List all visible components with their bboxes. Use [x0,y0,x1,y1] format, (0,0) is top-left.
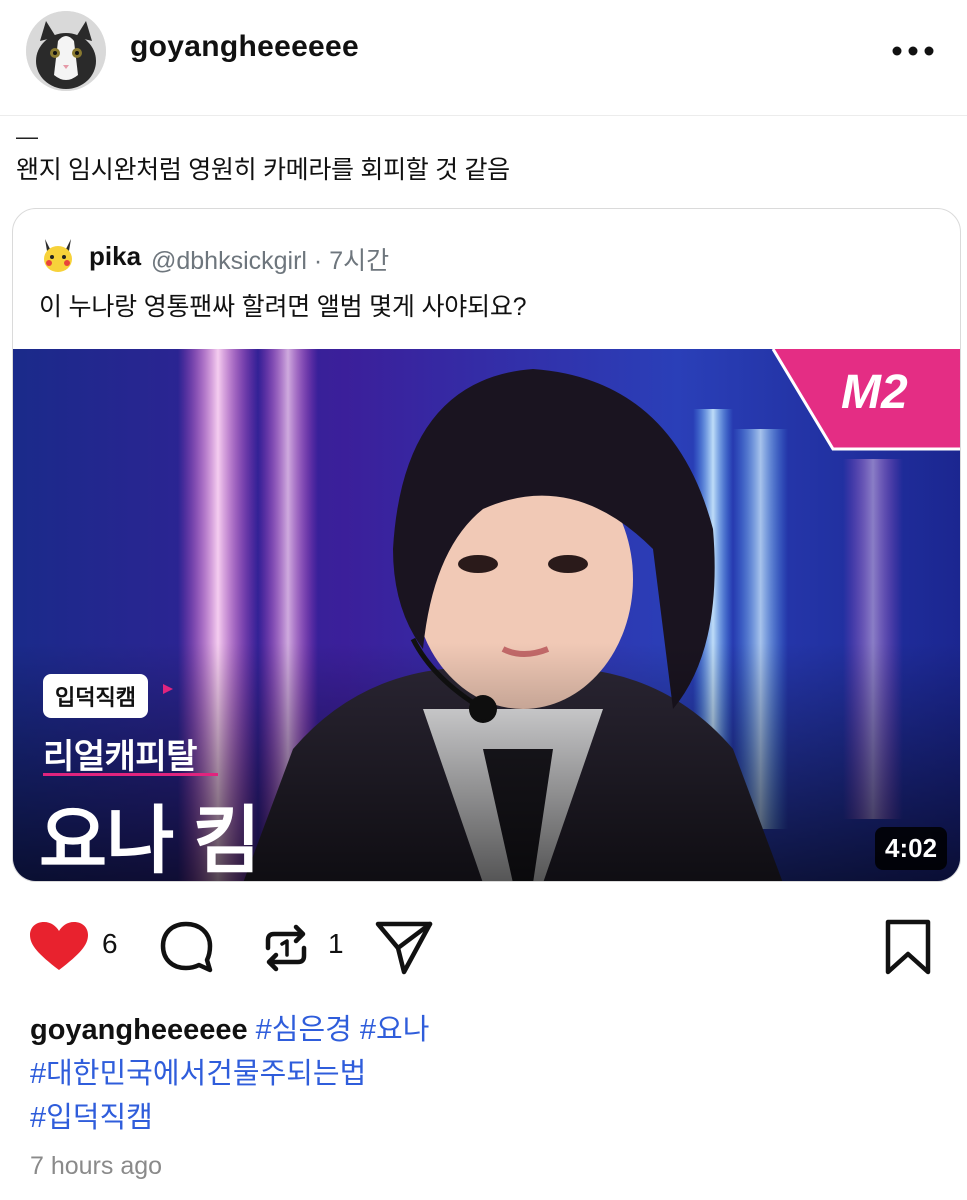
video-tag: 입덕직캠 [43,674,148,718]
footer-caption-line1: goyangheeeeee #심은경 #요나 [30,1006,429,1048]
quoted-handle-time: @dbhksickgirl · 7시간 [151,247,390,275]
comment-icon[interactable] [158,920,214,981]
video-thumbnail[interactable]: M2 입덕직캠 리얼캐피탈 요나 킴 4:02 [13,349,960,882]
m2-badge: M2 [841,366,908,419]
post-caption: 왠지 임시완처럼 영원히 카메라를 회피할 것 같음 [16,156,510,184]
hashtag-link[interactable]: #대한민국에서건물주되는법 [30,1058,366,1090]
more-horizontal-icon[interactable] [888,36,938,66]
hashtag-link[interactable]: #요나 [360,1014,430,1046]
repost-count: 1 [328,928,344,959]
user-avatar[interactable] [26,11,106,91]
caption-dash: — [16,124,38,149]
heart-icon[interactable] [28,920,90,977]
post-timestamp: 7 hours ago [30,1152,163,1180]
video-show-title: 리얼캐피탈 [43,738,197,776]
footer-username[interactable]: goyangheeeeee [30,1014,248,1046]
post-username[interactable]: goyangheeeeee [130,30,359,64]
quoted-avatar[interactable] [39,237,77,275]
quoted-display-name[interactable]: pika [89,241,141,272]
action-bar: 6 1 [0,912,967,982]
quoted-post-card[interactable]: pika @dbhksickgirl · 7시간 이 누나랑 영통팬싸 할려면 … [12,208,961,882]
share-icon[interactable] [374,918,434,981]
post-header: goyangheeeeee [0,0,967,116]
title-underline [43,773,218,776]
repost-icon[interactable] [258,920,314,981]
like-count: 6 [102,928,118,959]
video-duration: 4:02 [875,827,948,870]
bookmark-icon[interactable] [882,918,934,981]
quoted-text: 이 누나랑 영통팬싸 할려면 앨범 몇게 사야되요? [39,293,527,321]
hashtag-link[interactable]: #심은경 [256,1014,352,1046]
video-person-name: 요나 킴 [39,799,261,882]
hashtag-link[interactable]: #입덕직캠 [30,1102,153,1134]
